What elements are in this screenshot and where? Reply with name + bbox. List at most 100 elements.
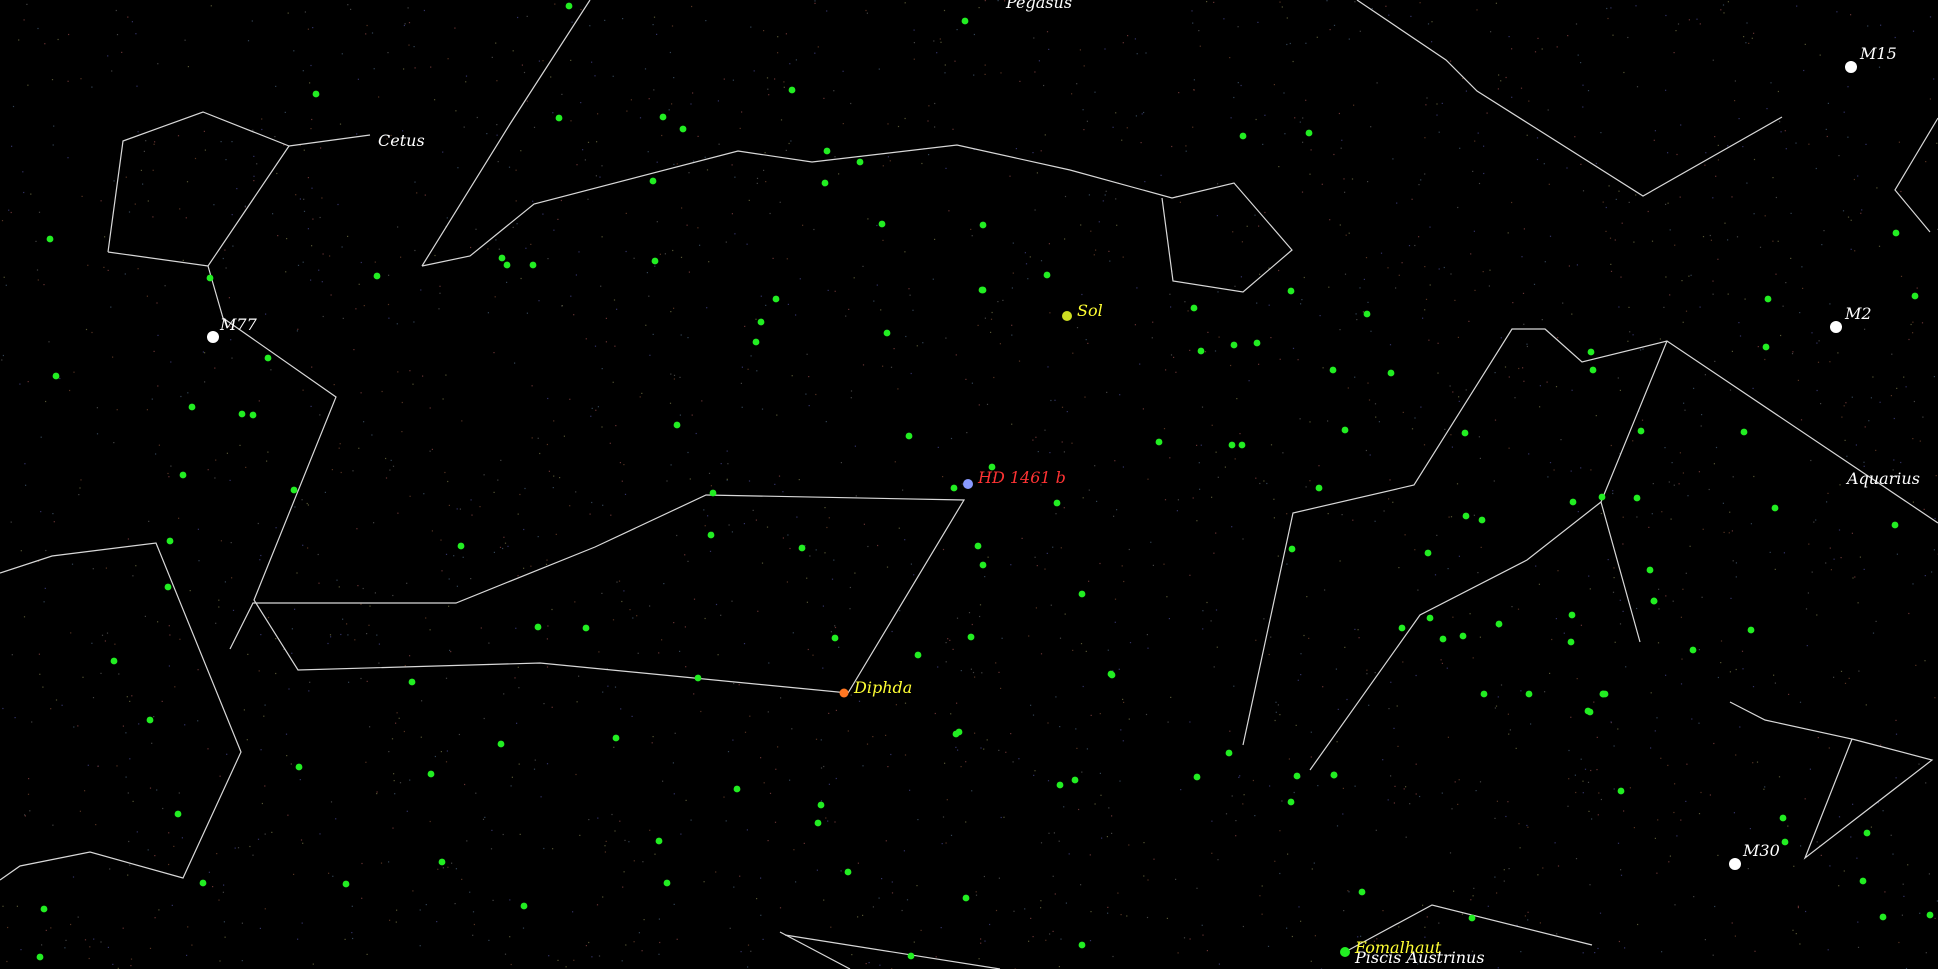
dust-star — [101, 634, 104, 636]
dust-star — [197, 720, 199, 722]
dust-star — [136, 85, 138, 87]
m30-marker[interactable] — [1729, 858, 1741, 870]
dust-star — [561, 305, 563, 307]
dust-star — [1032, 936, 1034, 938]
dust-star — [1674, 244, 1676, 246]
diphda-marker[interactable] — [839, 688, 849, 698]
dust-star — [673, 374, 676, 376]
dust-star — [661, 639, 663, 641]
dust-star — [1040, 653, 1043, 655]
dust-star — [1493, 480, 1495, 482]
dust-star — [446, 217, 448, 219]
sol-marker[interactable] — [1062, 311, 1072, 321]
dust-star — [1436, 103, 1438, 105]
dust-star — [679, 650, 681, 652]
dust-star — [87, 264, 89, 266]
dust-star — [1570, 470, 1572, 472]
dust-star — [111, 70, 113, 72]
dust-star — [436, 921, 438, 923]
dust-star — [1589, 588, 1591, 590]
dust-star — [1424, 266, 1426, 268]
dust-star — [291, 652, 293, 654]
dust-star — [1018, 360, 1021, 362]
dust-star — [1189, 574, 1191, 576]
dust-star — [340, 471, 342, 474]
dust-star — [576, 164, 578, 166]
dust-star — [960, 670, 962, 672]
dust-star — [1712, 280, 1714, 282]
m15-marker[interactable] — [1845, 61, 1857, 73]
dust-star — [1255, 118, 1257, 121]
dust-star — [354, 639, 356, 641]
m2-marker[interactable] — [1830, 321, 1842, 333]
dust-star — [1833, 558, 1835, 560]
dust-star — [1868, 420, 1870, 422]
dust-star — [1700, 425, 1702, 427]
dust-star — [1193, 79, 1195, 81]
dust-star — [371, 32, 374, 34]
dust-star — [902, 489, 904, 491]
dust-star — [1393, 802, 1395, 804]
dust-star — [1591, 818, 1593, 820]
dust-star — [669, 402, 672, 404]
dust-star — [806, 601, 808, 603]
dust-star — [439, 285, 441, 287]
dust-star — [986, 403, 989, 405]
dust-star — [169, 634, 171, 636]
star-map[interactable]: Pegasus Cetus Aquarius Piscis Austrinus … — [0, 0, 1938, 969]
dust-star — [348, 681, 350, 683]
dust-star — [1701, 596, 1703, 598]
dust-star — [387, 303, 390, 306]
dust-star — [1346, 698, 1348, 701]
dust-star — [1754, 950, 1756, 952]
hd1461b-marker[interactable] — [963, 479, 973, 489]
dust-star — [1839, 484, 1841, 486]
dust-star — [1696, 18, 1698, 20]
fomalhaut-marker[interactable] — [1340, 947, 1350, 957]
dust-star — [466, 840, 468, 842]
dust-star — [1607, 559, 1609, 561]
dust-star — [1843, 870, 1845, 872]
dust-star — [1743, 36, 1745, 38]
dust-star — [1912, 438, 1914, 440]
field-star — [821, 179, 829, 187]
dust-star — [573, 314, 575, 316]
dust-star — [651, 742, 653, 744]
m77-marker[interactable] — [207, 331, 219, 343]
dust-star — [1844, 439, 1846, 441]
dust-star — [147, 849, 149, 851]
dust-star — [723, 78, 725, 80]
dust-star — [868, 962, 870, 964]
dust-star — [1657, 642, 1660, 644]
dust-star — [636, 615, 638, 617]
dust-star — [830, 631, 832, 633]
dust-star — [1388, 14, 1390, 16]
dust-star — [438, 308, 440, 310]
dust-star — [1429, 226, 1431, 228]
dust-star — [1769, 551, 1771, 553]
dust-star — [131, 21, 133, 23]
dust-star — [1146, 634, 1148, 636]
dust-star — [448, 605, 450, 607]
dust-star — [656, 221, 658, 223]
dust-star — [1508, 376, 1510, 378]
dust-star — [1820, 854, 1822, 856]
dust-star — [409, 779, 411, 781]
dust-star — [944, 72, 946, 74]
dust-star — [1678, 483, 1680, 485]
dust-star — [1520, 690, 1522, 692]
dust-star — [1086, 748, 1088, 750]
dust-star — [1128, 718, 1130, 720]
dust-star — [264, 785, 266, 787]
dust-star — [1813, 521, 1815, 523]
dust-star — [1363, 278, 1365, 280]
dust-star — [1002, 299, 1004, 301]
dust-star — [944, 762, 946, 764]
dust-star — [768, 662, 770, 664]
dust-star — [901, 909, 903, 912]
dust-star — [834, 156, 836, 158]
field-star — [1598, 493, 1606, 501]
dust-star — [1907, 864, 1909, 866]
dust-star — [275, 527, 277, 529]
dust-star — [392, 594, 394, 597]
